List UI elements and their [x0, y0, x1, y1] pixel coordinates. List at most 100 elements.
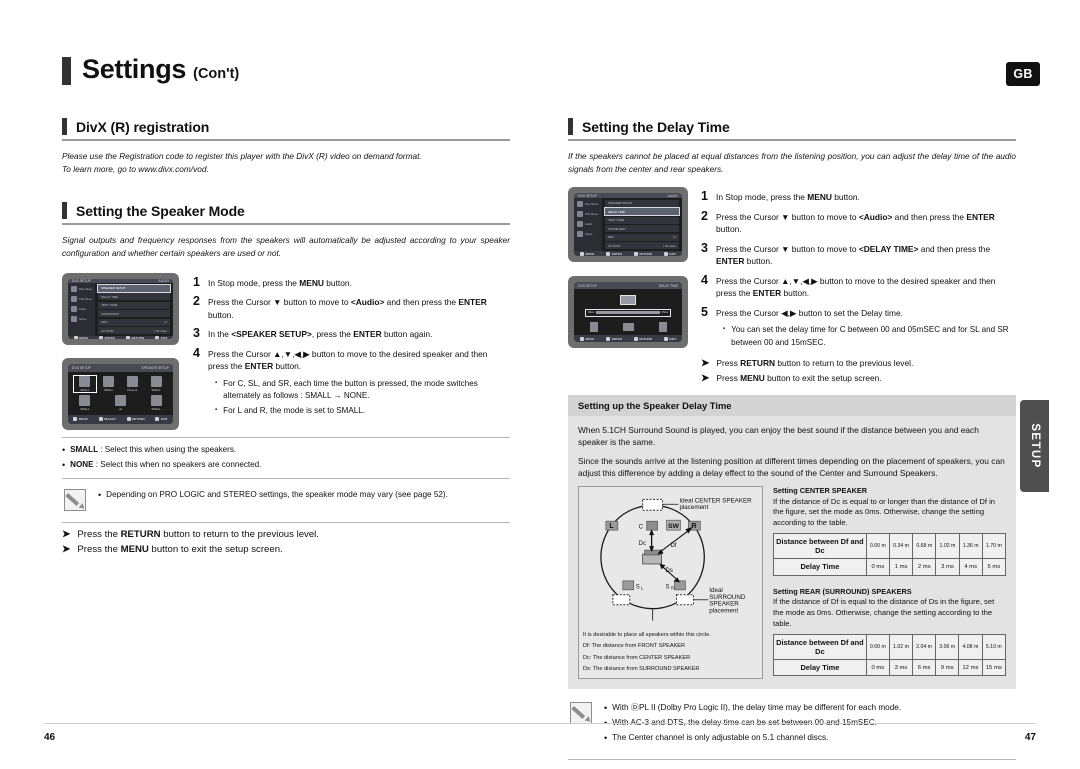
tv-key: RETURN — [633, 336, 652, 341]
tv-sidebar-label: Setup — [585, 231, 593, 236]
tv-sidebar-label: Title Menu — [585, 211, 598, 216]
key-dot-icon — [98, 417, 103, 422]
tv-menu-row-label: DRC — [101, 320, 108, 325]
key-dot-icon — [73, 336, 78, 339]
step-text: Press the Cursor ▼ button to move to <DE… — [716, 243, 991, 267]
tv-menu-row: TEST TONE — [605, 216, 679, 224]
tv-topbar-left: DVD SETUP — [578, 283, 597, 288]
table-row-label: Delay Time — [773, 659, 867, 677]
table-cell: 0 ms — [865, 558, 890, 576]
tv-menu-row-value: | 4 — [163, 320, 167, 325]
tv-speaker-cell: SMALL — [145, 394, 167, 411]
arrow-line: ➤ Press the RETURN button to return to th… — [62, 529, 510, 540]
disc-menu-icon — [71, 285, 77, 292]
svg-text:SURROUND: SURROUND — [709, 594, 746, 601]
table-cell: 3 ms — [935, 558, 960, 576]
setup-side-tab-label: SETUP — [1028, 423, 1041, 469]
tv-sidebar-item: Setup — [69, 315, 94, 323]
tv-key-label: MOVE — [585, 251, 595, 256]
page-title: Settings (Con't) — [62, 54, 239, 85]
tv-key-label: SELECT — [104, 417, 116, 422]
table-cell: 15 ms — [981, 659, 1007, 677]
note-bullet: • The Center channel is only adjustable o… — [604, 732, 1016, 744]
table-cell: 4.08 m — [958, 633, 983, 661]
tv-key-label: RETURN — [132, 417, 145, 422]
tv-key-label: ENTER — [611, 251, 622, 256]
step-text: Press the Cursor ◀,▶ button to set the D… — [716, 307, 903, 318]
delay-slider: 00ms 05ms — [585, 308, 671, 317]
step-number: 2 — [193, 294, 200, 309]
tv-key: ENTER — [606, 251, 622, 256]
step-item: 4 Press the Cursor ▲,▼,◀,▶ button to mov… — [701, 273, 1016, 299]
tv-mockup-group-right: DVD SETUP AUDIO Disc Menu Title Menu Aud… — [568, 187, 688, 387]
tv-speaker-cell: SMALL — [98, 376, 120, 393]
tv-menu-row-label: DELAY TIME — [608, 209, 625, 214]
setup-icon — [71, 315, 77, 322]
left-column: DivX (R) registration Please use the Reg… — [62, 118, 510, 559]
tv-key-label: RETURN — [639, 251, 652, 256]
tv-menu-row-label: SOUND EDIT — [101, 311, 120, 316]
table-cell: 12 ms — [958, 659, 983, 677]
key-dot-icon — [606, 336, 611, 341]
tv-key: MOVE — [579, 251, 595, 256]
section-accent-bar — [568, 118, 573, 135]
page-number-left: 46 — [44, 732, 56, 743]
listener-icon — [115, 394, 126, 406]
title-menu-icon — [577, 210, 583, 217]
key-dot-icon — [126, 417, 131, 422]
tv-sidebar-item: Disc Menu — [575, 200, 601, 208]
table-cell: 0.00 m — [865, 633, 890, 661]
setup-icon — [577, 230, 583, 237]
tv-key: ENTER — [99, 336, 115, 339]
section-rule — [568, 139, 1016, 141]
svg-text:S: S — [666, 584, 670, 590]
arrow-icon: ➤ — [62, 544, 71, 556]
section-rule — [62, 139, 510, 141]
table-cell: 0 ms — [865, 659, 890, 677]
key-dot-icon — [126, 336, 131, 339]
page-number-right: 47 — [1024, 732, 1036, 743]
tv-menu-row-label: DELAY TIME — [101, 294, 119, 299]
tv-listener-position: ok — [98, 394, 144, 411]
section-heading-divx: DivX (R) registration — [62, 118, 510, 135]
section-accent-bar — [62, 202, 67, 220]
tv-menu-row: TEST TONE — [98, 301, 170, 309]
tv-speaker-grid: SMALL SMALL Present SMALL SMALL ok SMALL — [68, 372, 173, 415]
bullet-text: For L and R, the mode is set to SMALL. — [223, 406, 365, 416]
tv-menu-row-label: DRC — [608, 235, 615, 240]
tv-menu-row: SOUND EDIT — [98, 310, 170, 318]
tv-sidebar-label: Title Menu — [79, 296, 92, 301]
tv-key-label: EXIT — [160, 336, 168, 339]
arrow-line-text: Press RETURN button to return to the pre… — [716, 357, 914, 368]
step-item: 1 In Stop mode, press the MENU button. — [701, 189, 1016, 203]
tv-menu-row-value: | 4 — [672, 235, 676, 240]
table-cell: 1 ms — [888, 558, 914, 576]
tv-speaker-label: SMALL — [104, 388, 114, 392]
tv-key: MOVE — [73, 336, 88, 339]
svg-text:C: C — [639, 524, 644, 531]
diagram-legend-dc: Dc: The distance from CENTER SPEAKER — [583, 654, 691, 661]
arrow-line-text: Press the RETURN button to return to the… — [77, 529, 319, 541]
arrow-line: ➤ Press MENU button to exit the setup scr… — [701, 373, 1016, 384]
tv-screenshot-audio-menu-delay: DVD SETUP AUDIO Disc Menu Title Menu Aud… — [568, 187, 688, 263]
audio-icon — [577, 220, 583, 227]
diagram-legend-df: Df: The distance from FRONT SPEAKER — [583, 643, 686, 650]
table-row-label: Delay Time — [773, 558, 867, 576]
key-dot-icon — [579, 251, 584, 256]
step-text: In Stop mode, press the MENU button. — [208, 277, 352, 288]
tv-key-label: RETURN — [639, 336, 652, 341]
table-row: Distance between Df and Dc 0.00 m 0.34 m… — [773, 532, 1007, 560]
setup-side-tab: SETUP — [1020, 400, 1049, 492]
key-dot-icon — [579, 336, 584, 341]
tv-key-label: MOVE — [585, 336, 595, 341]
tv-key: EXIT — [663, 251, 676, 256]
table-cell: 6 ms — [912, 659, 937, 677]
bullet-dot-icon: • — [604, 702, 608, 713]
note-text: With ⒹPL II (Dolby Pro Logic II), the de… — [612, 702, 902, 712]
arrow-icon: ➤ — [701, 372, 710, 384]
section-accent-bar — [62, 118, 67, 135]
bullet-item: ▪ You can set the delay time for C betwee… — [723, 324, 1016, 348]
svg-text:Ideal: Ideal — [709, 587, 723, 594]
tv-speaker-cell: SMALL — [74, 394, 96, 411]
table-cell: 0.34 m — [888, 532, 914, 560]
